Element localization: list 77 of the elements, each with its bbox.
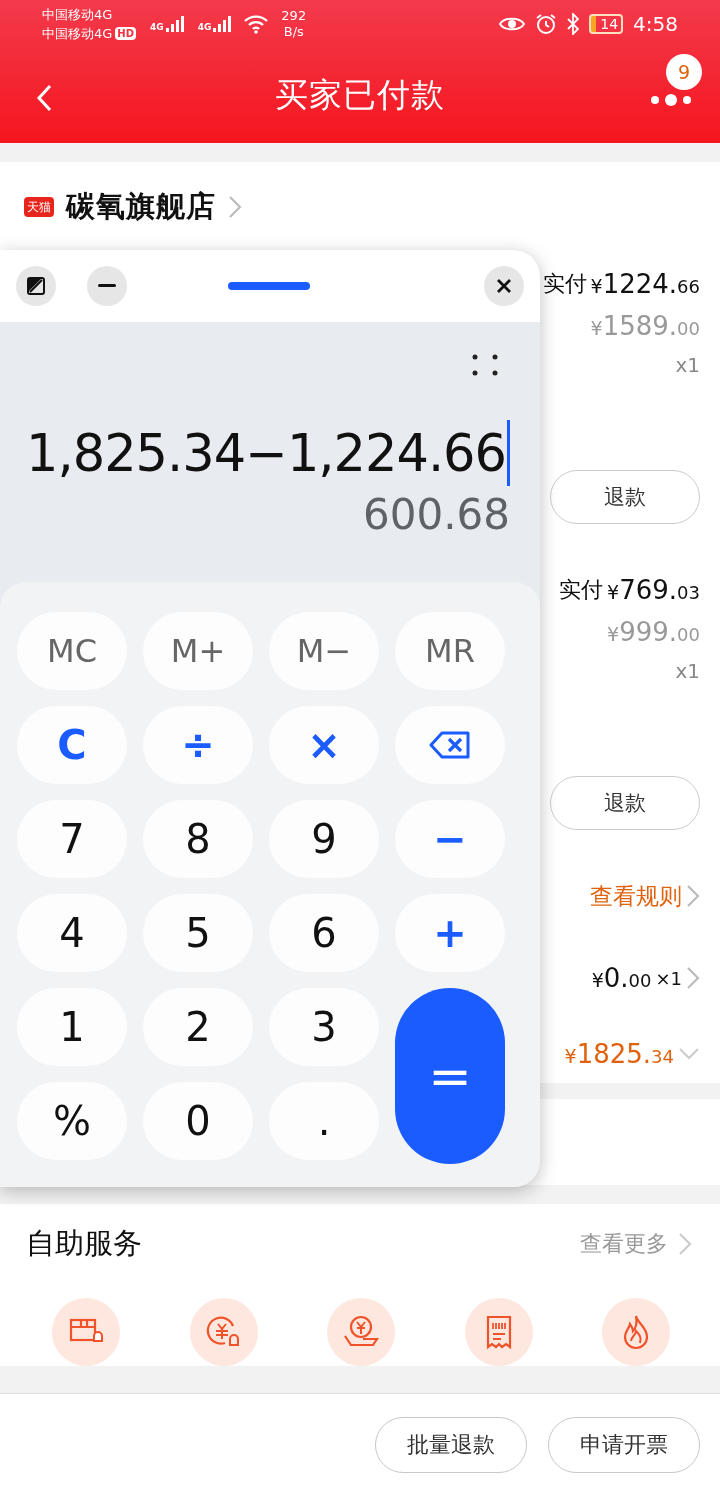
shipping-price: ¥0.00	[591, 963, 652, 993]
signal-icon	[165, 16, 184, 32]
drag-handle[interactable]	[228, 282, 310, 290]
operator-key[interactable]: ÷	[143, 706, 253, 784]
memory-key[interactable]: MC	[17, 612, 127, 690]
action-button[interactable]: 批量退款	[375, 1417, 527, 1473]
number-key[interactable]: 3	[269, 988, 379, 1066]
notification-badge: 9	[666, 54, 702, 90]
refund-button[interactable]: 退款	[550, 470, 700, 524]
number-key[interactable]: 2	[143, 988, 253, 1066]
store-badge: 天猫	[24, 197, 54, 217]
split-window-button[interactable]	[16, 266, 56, 306]
number-key[interactable]: %	[17, 1082, 127, 1160]
hd-badge: HD	[115, 27, 137, 40]
eye-icon	[499, 15, 526, 33]
close-button[interactable]	[484, 266, 524, 306]
network-label: 4G	[150, 22, 164, 32]
split-square-icon	[27, 277, 45, 295]
number-key[interactable]: 4	[17, 894, 127, 972]
chevron-right-icon	[228, 195, 242, 219]
network-speed: 292	[281, 8, 307, 24]
total-price: ¥1825.34	[564, 1039, 674, 1069]
number-key[interactable]: 6	[269, 894, 379, 972]
minimize-icon	[98, 284, 116, 288]
operator-key[interactable]: +	[395, 894, 505, 972]
carrier-name: 中国移动4G	[42, 25, 113, 42]
item-quantity: x1	[675, 353, 700, 377]
operator-key[interactable]: C	[17, 706, 127, 784]
drag-dots-icon[interactable]	[472, 354, 498, 376]
back-icon[interactable]	[36, 84, 52, 112]
text-cursor	[507, 420, 510, 486]
chevron-right-icon	[686, 884, 700, 908]
chevron-right-icon	[686, 966, 700, 990]
chevron-right-icon	[678, 1232, 692, 1256]
action-button[interactable]: 申请开票	[548, 1417, 700, 1473]
speed-unit: B/s	[283, 24, 304, 40]
result-text: 600.68	[363, 490, 510, 539]
page-title: 买家已付款	[275, 74, 445, 116]
minimize-button[interactable]	[87, 266, 127, 306]
memory-key[interactable]: MR	[395, 612, 505, 690]
network-label: 4G	[197, 22, 212, 32]
clock-time: 4:58	[633, 12, 678, 36]
wifi-icon	[243, 14, 270, 34]
carrier-name: 中国移动4G	[42, 6, 114, 23]
number-key[interactable]: 8	[143, 800, 253, 878]
rules-link[interactable]: 查看规则	[590, 880, 682, 912]
store-name[interactable]: 碳氧旗舰店	[66, 187, 216, 227]
paid-price: ¥1224.66	[590, 269, 700, 299]
expression-text: 1,825.34−1,224.66	[26, 423, 506, 483]
number-key[interactable]: 0	[143, 1082, 253, 1160]
chevron-down-icon	[678, 1047, 700, 1061]
paid-label: 实付	[559, 576, 604, 604]
original-price: ¥1589.00	[590, 311, 700, 341]
number-key[interactable]: 9	[269, 800, 379, 878]
operator-key[interactable]: ×	[269, 706, 379, 784]
memory-key[interactable]: M+	[143, 612, 253, 690]
paid-label: 实付	[542, 270, 587, 298]
section-title: 自助服务	[26, 1225, 143, 1262]
battery-level: 14	[589, 14, 624, 34]
equals-key[interactable]: =	[395, 988, 505, 1164]
number-key[interactable]: 7	[17, 800, 127, 878]
paid-price: ¥769.03	[607, 575, 700, 605]
number-key[interactable]: 5	[143, 894, 253, 972]
refund-button[interactable]: 退款	[550, 776, 700, 830]
alarm-icon	[535, 13, 558, 35]
signal-icon	[213, 16, 232, 32]
operator-key[interactable]: −	[395, 800, 505, 878]
shipping-quantity: ×1	[655, 967, 682, 989]
item-quantity: x1	[675, 659, 700, 683]
bluetooth-icon	[567, 13, 580, 35]
more-icon[interactable]	[650, 93, 692, 107]
number-key[interactable]: 1	[17, 988, 127, 1066]
backspace-icon	[429, 731, 471, 759]
original-price: ¥999.00	[607, 617, 700, 647]
number-key[interactable]: .	[269, 1082, 379, 1160]
memory-key[interactable]: M−	[269, 612, 379, 690]
close-icon	[496, 278, 512, 294]
